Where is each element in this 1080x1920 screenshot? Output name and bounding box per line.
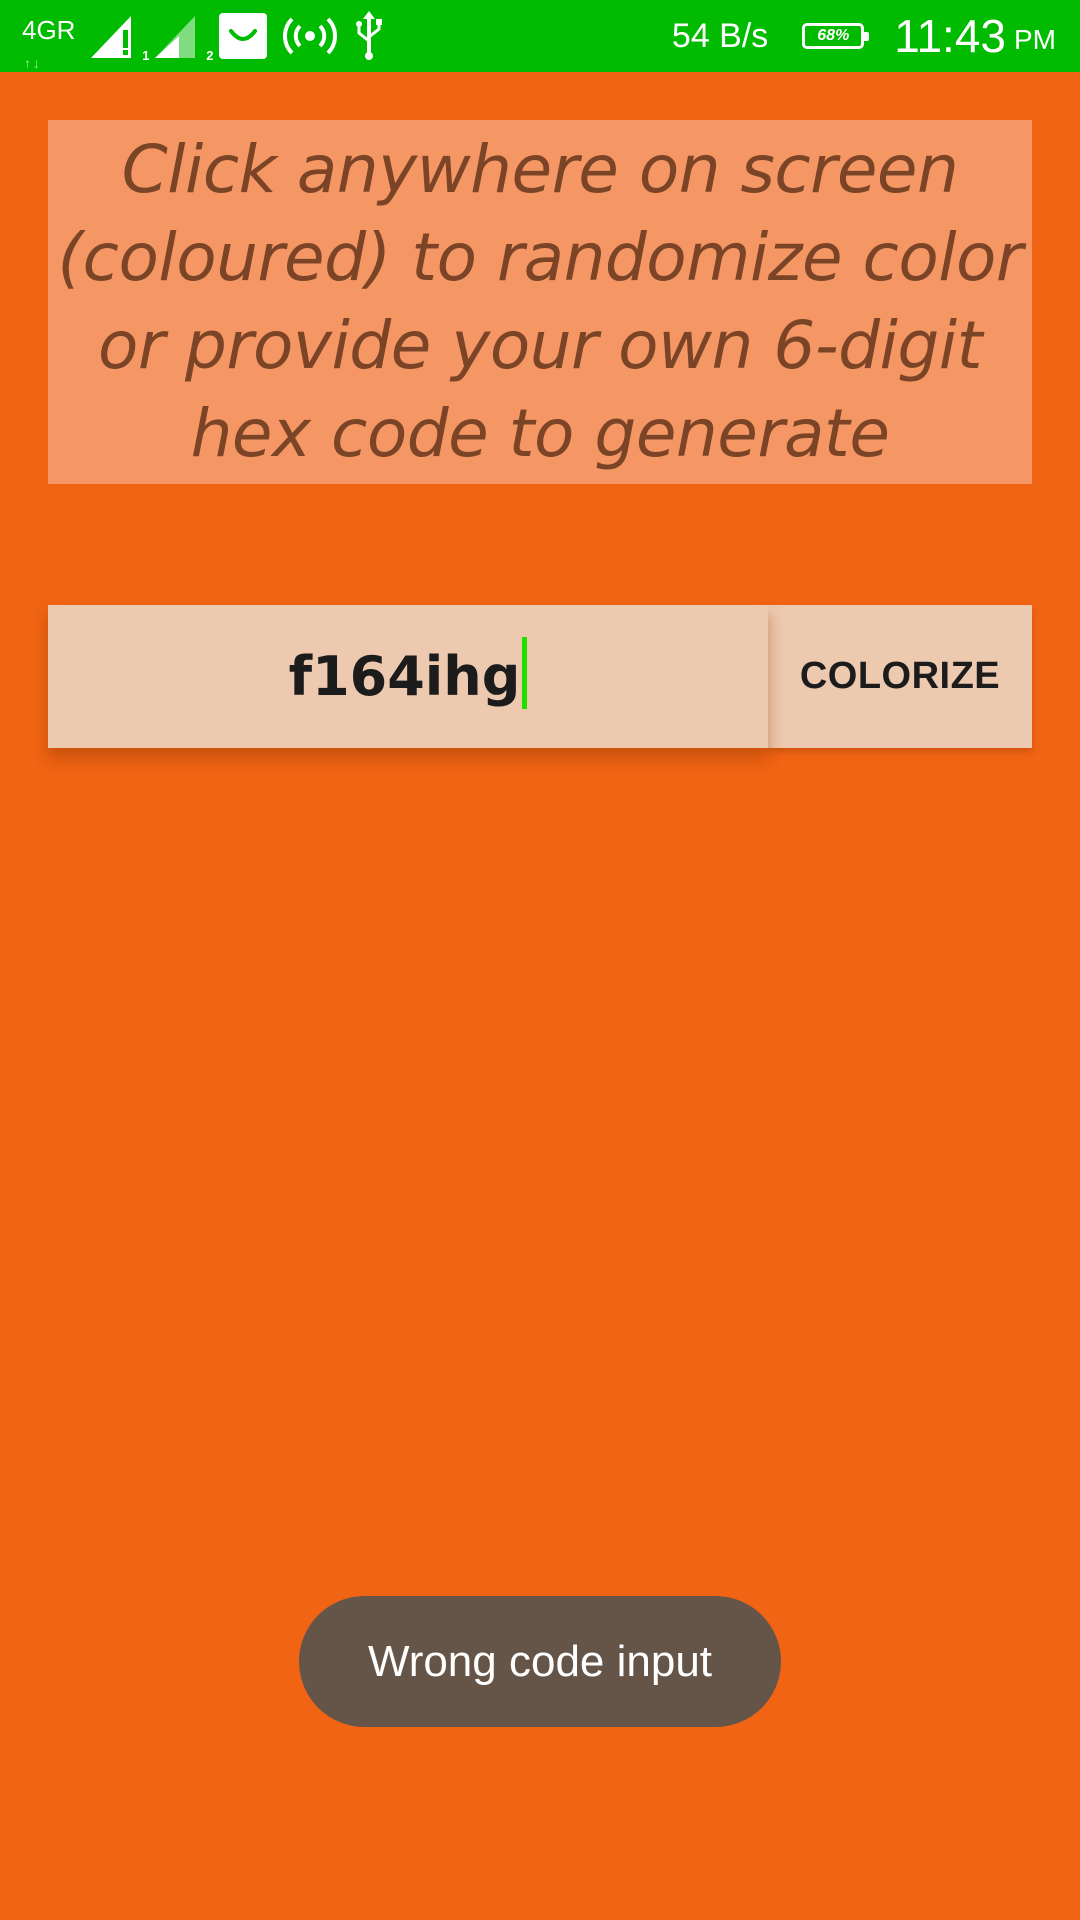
instructions-panel: Click anywhere on screen (coloured) to r… bbox=[48, 120, 1032, 484]
status-bar: 4GR ↑↓ 1 2 54 B/s 68% 11:43 PM bbox=[0, 0, 1080, 72]
hotspot-icon bbox=[283, 16, 338, 61]
status-bar-right: 54 B/s 68% 11:43 PM bbox=[672, 0, 1056, 72]
colorize-button[interactable]: COLORIZE bbox=[768, 605, 1032, 748]
clock-ampm: PM bbox=[1014, 24, 1056, 55]
hex-code-input[interactable]: f164ihg bbox=[48, 605, 768, 748]
network-type-label: 4GR bbox=[22, 14, 76, 45]
net-speed: 54 B/s bbox=[671, 16, 769, 55]
shopping-bag-icon bbox=[217, 11, 269, 66]
battery-icon: 68% bbox=[802, 23, 870, 49]
status-bar-left: 4GR ↑↓ 1 2 bbox=[22, 8, 401, 71]
data-arrows-icon: ↑↓ bbox=[24, 54, 42, 71]
sim1-label: 1 bbox=[142, 47, 150, 63]
battery-percent: 68% bbox=[817, 27, 850, 44]
signal-sim2-icon: 2 bbox=[153, 12, 213, 65]
hex-code-value[interactable]: f164ihg bbox=[289, 645, 521, 708]
clock-time: 11:43 bbox=[894, 10, 1006, 62]
network-4g-icon: 4GR ↑↓ bbox=[22, 17, 75, 71]
usb-icon bbox=[351, 10, 387, 66]
signal-sim1-icon: 1 bbox=[89, 12, 149, 65]
error-toast: Wrong code input bbox=[299, 1596, 781, 1727]
input-row: f164ihg COLORIZE bbox=[48, 605, 1032, 748]
app-screen[interactable]: 4GR ↑↓ 1 2 54 B/s 68% 11:43 PM Click any… bbox=[0, 0, 1080, 1920]
instructions-text: Click anywhere on screen (coloured) to r… bbox=[57, 131, 1023, 472]
text-caret bbox=[522, 636, 528, 709]
sim2-label: 2 bbox=[206, 47, 214, 63]
toast-message: Wrong code input bbox=[367, 1636, 713, 1686]
